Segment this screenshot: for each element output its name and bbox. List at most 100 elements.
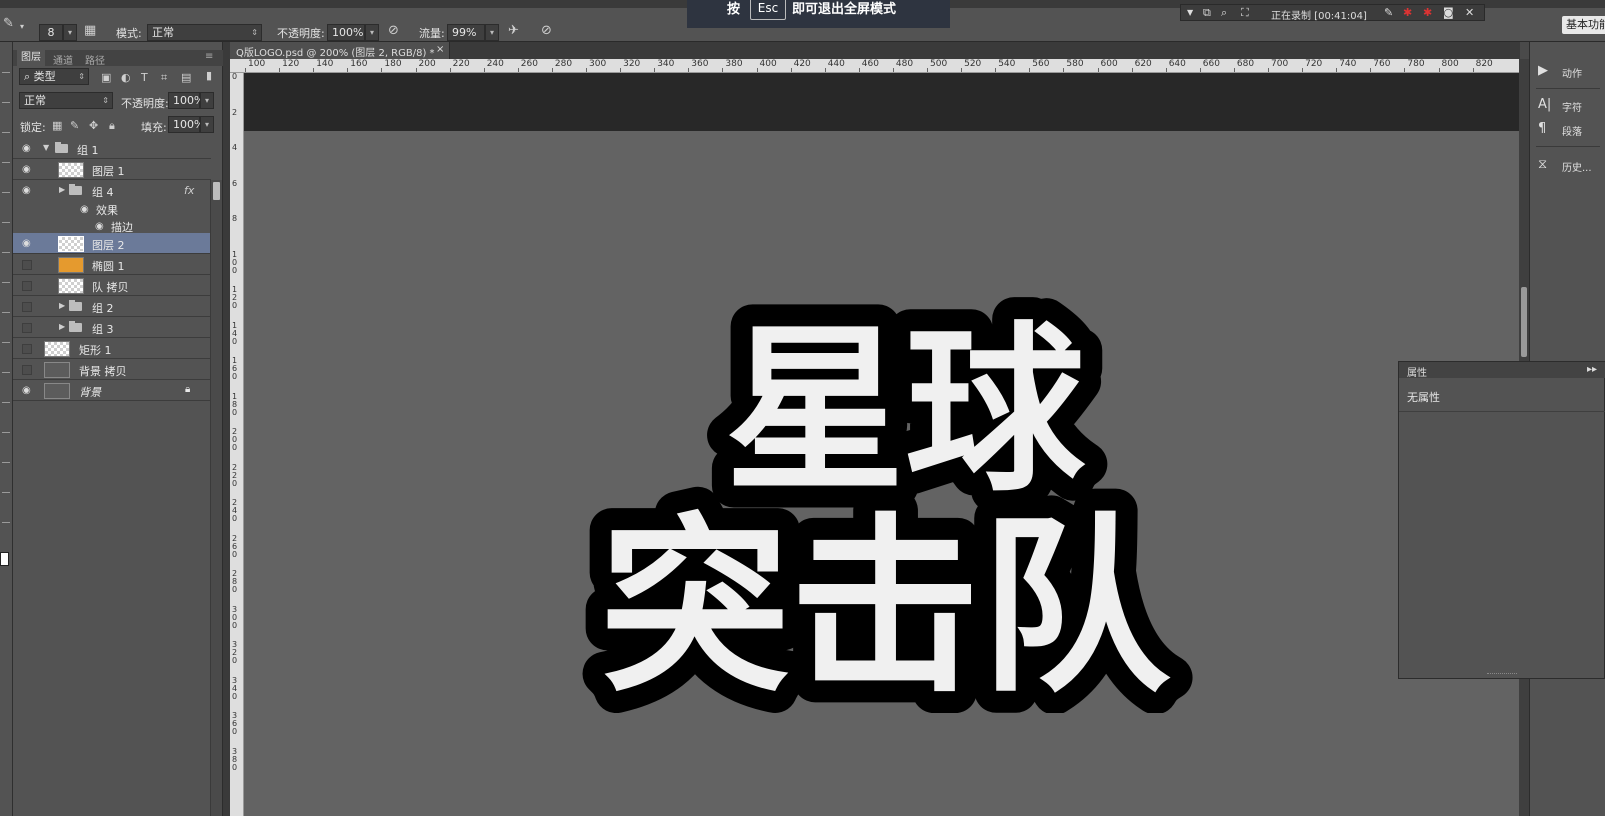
type-filter-icon[interactable]: T: [141, 71, 148, 85]
tool-item[interactable]: [2, 462, 10, 468]
record-icon[interactable]: ✱: [1403, 6, 1412, 19]
tool-item[interactable]: [2, 372, 10, 378]
tool-item[interactable]: [2, 432, 10, 438]
chevron-right-icon[interactable]: ▶: [59, 322, 65, 331]
mode-select[interactable]: 正常 ⇕: [147, 24, 262, 41]
document-tab[interactable]: Q版LOGO.psd @ 200% (图层 2, RGB/8) * ×: [230, 42, 450, 59]
tool-item[interactable]: [2, 402, 10, 408]
layer-row-layer-1[interactable]: ◉ 图层 1: [13, 159, 211, 180]
visibility-eye-icon[interactable]: ◉: [80, 204, 92, 215]
chevron-down-icon[interactable]: ▼: [43, 143, 49, 152]
panel-history[interactable]: ⧖ 历史...: [1530, 154, 1605, 176]
layers-scrollbar[interactable]: [210, 180, 222, 816]
tool-item[interactable]: [2, 132, 10, 138]
brush-size-dropdown[interactable]: ▾: [63, 24, 77, 41]
visibility-eye-icon[interactable]: ◉: [22, 385, 34, 396]
layer-row-ellipse-1[interactable]: 椭圆 1: [13, 254, 211, 275]
fill-input[interactable]: 100%: [168, 116, 204, 133]
shape-filter-icon[interactable]: ⌗: [161, 71, 167, 85]
close-icon[interactable]: ×: [436, 44, 444, 55]
layer-opacity-input[interactable]: 100%: [168, 92, 204, 109]
chevron-right-icon[interactable]: ▶: [59, 301, 65, 310]
lock-transparent-icon[interactable]: ▦: [52, 119, 62, 133]
visibility-eye-icon[interactable]: ◉: [22, 164, 34, 175]
visibility-toggle[interactable]: [22, 365, 32, 375]
layer-row-effects[interactable]: ◉ 效果: [13, 201, 211, 218]
tab-channels[interactable]: 通道: [53, 52, 73, 67]
blend-mode-select[interactable]: 正常 ⇕: [19, 92, 113, 109]
tool-item[interactable]: [2, 102, 10, 108]
tool-item[interactable]: [2, 192, 10, 198]
visibility-toggle[interactable]: [22, 260, 32, 270]
layer-row-group-3[interactable]: ▶ 组 3: [13, 317, 211, 338]
image-filter-icon[interactable]: ▣: [101, 71, 111, 85]
window-icon[interactable]: ⧉: [1203, 6, 1211, 20]
tool-item[interactable]: [2, 312, 10, 318]
adjustment-filter-icon[interactable]: ◐: [121, 71, 131, 85]
layer-row-rectangle-1[interactable]: 矩形 1: [13, 338, 211, 359]
visibility-eye-icon[interactable]: ◉: [22, 185, 34, 196]
panel-menu-icon[interactable]: ≡: [205, 51, 213, 62]
tool-item[interactable]: [2, 282, 10, 288]
visibility-toggle[interactable]: [22, 344, 32, 354]
pressure-opacity-icon[interactable]: ⊘: [388, 24, 399, 38]
tool-item[interactable]: [2, 252, 10, 258]
flow-dropdown[interactable]: ▾: [485, 24, 499, 41]
brush-size-picker[interactable]: 8: [39, 24, 63, 41]
expand-icon[interactable]: ▸▸: [1587, 364, 1597, 375]
visibility-toggle[interactable]: [22, 323, 32, 333]
chevron-down-icon[interactable]: ▼: [1187, 8, 1193, 17]
visibility-eye-icon[interactable]: ◉: [95, 221, 107, 232]
opacity-dropdown[interactable]: ▾: [365, 24, 379, 41]
layer-row-layer-2[interactable]: ◉ 图层 2: [13, 233, 211, 254]
layer-row-background[interactable]: ◉ 背景 🔒︎: [13, 380, 211, 401]
layer-row-group-1[interactable]: ◉ ▼ 组 1: [13, 138, 211, 159]
close-icon[interactable]: ✕: [1465, 6, 1474, 19]
layer-row-background-copy[interactable]: 背景 拷贝: [13, 359, 211, 380]
visibility-toggle[interactable]: [22, 302, 32, 312]
scrollbar-thumb[interactable]: [213, 182, 220, 200]
airbrush-icon[interactable]: ✈: [508, 24, 519, 38]
lock-position-icon[interactable]: ✥: [89, 119, 98, 133]
panel-paragraph[interactable]: ¶ 段落: [1530, 118, 1605, 140]
lock-pixels-icon[interactable]: ✎: [70, 119, 79, 133]
flow-input[interactable]: 99%: [447, 24, 485, 41]
layer-row-team-copy[interactable]: 队 拷贝: [13, 275, 211, 296]
resize-grip[interactable]: [1487, 673, 1517, 676]
layer-row-group-4[interactable]: ◉ ▶ 组 4 fx: [13, 180, 211, 201]
tab-layers[interactable]: 图层: [17, 50, 45, 66]
filter-toggle-icon[interactable]: ▮: [206, 69, 212, 83]
pen-icon[interactable]: ✎: [1384, 6, 1393, 19]
foreground-color-swatch[interactable]: [0, 552, 9, 566]
scrollbar-thumb[interactable]: [1521, 287, 1527, 357]
visibility-toggle[interactable]: [22, 281, 32, 291]
tool-item[interactable]: [2, 342, 10, 348]
camera-icon[interactable]: ◙: [1443, 6, 1454, 19]
layer-filter-select[interactable]: ⌕ 类型 ⇕: [19, 68, 89, 85]
tab-paths[interactable]: 路径: [85, 52, 105, 67]
tool-item[interactable]: [2, 72, 10, 78]
smart-object-filter-icon[interactable]: ▤: [181, 71, 191, 85]
fill-dropdown[interactable]: ▾: [200, 116, 214, 133]
panel-character[interactable]: A| 字符: [1530, 94, 1605, 116]
workspace-button[interactable]: 基本功能: [1562, 16, 1605, 34]
panel-actions[interactable]: ▶ 动作: [1530, 60, 1605, 82]
brush-tool-icon[interactable]: ✎: [3, 17, 14, 31]
fx-badge[interactable]: fx: [184, 184, 194, 197]
lock-all-icon[interactable]: 🔒︎: [109, 119, 115, 133]
opacity-input[interactable]: 100%: [327, 24, 365, 41]
region-icon[interactable]: ⛶: [1241, 6, 1249, 20]
visibility-eye-icon[interactable]: ◉: [22, 143, 34, 154]
brush-panel-icon[interactable]: ▦: [84, 24, 96, 38]
tool-item[interactable]: [2, 492, 10, 498]
tool-preset-dropdown-icon[interactable]: ▾: [20, 20, 24, 34]
layer-opacity-dropdown[interactable]: ▾: [200, 92, 214, 109]
stop-icon[interactable]: ✱: [1423, 6, 1432, 19]
tool-item[interactable]: [2, 522, 10, 528]
visibility-eye-icon[interactable]: ◉: [22, 238, 34, 249]
pressure-size-icon[interactable]: ⊘: [541, 24, 552, 38]
layer-row-group-2[interactable]: ▶ 组 2: [13, 296, 211, 317]
tool-item[interactable]: [2, 162, 10, 168]
tool-item[interactable]: [2, 222, 10, 228]
chevron-right-icon[interactable]: ▶: [59, 185, 65, 194]
